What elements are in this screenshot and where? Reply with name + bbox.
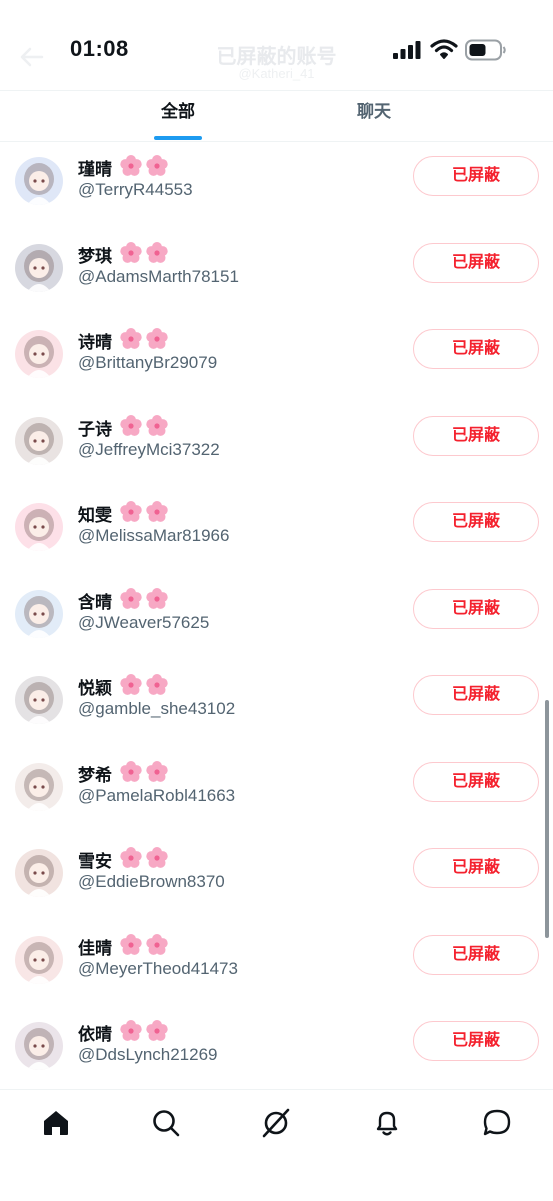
- unblock-button[interactable]: 已屏蔽: [413, 848, 539, 888]
- avatar[interactable]: [15, 503, 63, 551]
- list-item[interactable]: 诗晴 @BrittanyBr29079 已屏蔽: [0, 313, 553, 400]
- status-bar: 已屏蔽的账号 @Katheri_41 01:08: [0, 0, 553, 90]
- list-item[interactable]: 佳晴 @MeyerTheod41473 已屏蔽: [0, 919, 553, 1006]
- display-name: 佳晴: [78, 938, 112, 958]
- display-name: 依晴: [78, 1025, 112, 1044]
- display-name: 子诗: [78, 419, 112, 439]
- avatar[interactable]: [15, 416, 63, 465]
- unblock-button[interactable]: 已屏蔽: [413, 761, 539, 802]
- avatar-illustration-icon: [15, 676, 63, 724]
- user-handle: @JWeaver57625: [78, 612, 210, 632]
- unblock-button[interactable]: 已屏蔽: [413, 156, 539, 196]
- display-name: 知雯: [78, 506, 112, 525]
- avatar[interactable]: [15, 1022, 63, 1070]
- avatar[interactable]: [15, 330, 63, 378]
- cherry-blossom-emoji-icon: [120, 847, 168, 868]
- cherry-blossom-emoji-icon: [120, 674, 168, 695]
- cherry-blossom-emoji-icon: [120, 414, 168, 436]
- battery-icon: [465, 39, 506, 61]
- user-handle: @TerryR44553: [78, 180, 193, 199]
- list-item[interactable]: 雪安 @EddieBrown8370 已屏蔽: [0, 832, 553, 919]
- display-name: 悦颖: [78, 679, 112, 698]
- avatar-illustration-icon: [15, 157, 63, 205]
- avatar-illustration-icon: [15, 243, 63, 292]
- user-handle: @gamble_she43102: [78, 699, 236, 718]
- unblock-button[interactable]: 已屏蔽: [413, 329, 539, 369]
- tab-bar: 全部 聊天: [0, 90, 553, 142]
- avatar-illustration-icon: [15, 849, 63, 897]
- scrollbar[interactable]: [545, 700, 549, 938]
- display-name: 含晴: [78, 592, 112, 612]
- avatar[interactable]: [15, 935, 63, 984]
- avatar-illustration-icon: [15, 589, 63, 638]
- wifi-icon: [430, 39, 458, 59]
- cherry-blossom-emoji-icon: [120, 155, 168, 176]
- tab-all[interactable]: 全部: [118, 91, 238, 141]
- user-handle: @AdamsMarth78151: [78, 266, 239, 286]
- user-handle: @MeyerTheod41473: [78, 958, 238, 978]
- blocked-accounts-list: 瑾晴 @TerryR44553 已屏蔽 梦琪 @AdamsMarth78151 …: [0, 140, 553, 1092]
- home-icon[interactable]: [41, 1108, 71, 1138]
- cherry-blossom-emoji-icon: [120, 933, 168, 955]
- avatar-illustration-icon: [15, 503, 63, 551]
- avatar-illustration-icon: [15, 1022, 63, 1070]
- cellular-signal-icon: [393, 41, 421, 59]
- cherry-blossom-emoji-icon: [120, 501, 168, 522]
- list-item[interactable]: 子诗 @JeffreyMci37322 已屏蔽: [0, 400, 553, 487]
- unblock-button[interactable]: 已屏蔽: [413, 415, 539, 456]
- user-handle: @EddieBrown8370: [78, 872, 225, 891]
- user-handle: @BrittanyBr29079: [78, 353, 218, 372]
- avatar[interactable]: [15, 243, 63, 292]
- bell-icon[interactable]: [372, 1108, 402, 1138]
- list-item[interactable]: 依晴 @DdsLynch21269 已屏蔽: [0, 1005, 553, 1092]
- user-handle: @DdsLynch21269: [78, 1045, 218, 1064]
- avatar[interactable]: [15, 849, 63, 897]
- user-handle: @JeffreyMci37322: [78, 439, 220, 459]
- search-icon[interactable]: [151, 1108, 181, 1138]
- cherry-blossom-emoji-icon: [120, 328, 168, 349]
- clock: 01:08: [70, 36, 129, 61]
- display-name: 梦琪: [78, 246, 112, 266]
- page-subtitle: @Katheri_41: [238, 66, 315, 81]
- list-item[interactable]: 梦琪 @AdamsMarth78151 已屏蔽: [0, 227, 553, 314]
- unblock-button[interactable]: 已屏蔽: [413, 934, 539, 975]
- avatar-illustration-icon: [15, 935, 63, 984]
- tab-chat[interactable]: 聊天: [314, 91, 434, 141]
- user-handle: @PamelaRobl41663: [78, 785, 236, 805]
- display-name: 瑾晴: [78, 160, 112, 179]
- user-handle: @MelissaMar81966: [78, 526, 230, 545]
- unblock-button[interactable]: 已屏蔽: [413, 502, 539, 542]
- unblock-button[interactable]: 已屏蔽: [413, 588, 539, 629]
- unblock-button[interactable]: 已屏蔽: [413, 1021, 539, 1061]
- list-item[interactable]: 知雯 @MelissaMar81966 已屏蔽: [0, 486, 553, 573]
- avatar-illustration-icon: [15, 330, 63, 378]
- list-item[interactable]: 梦希 @PamelaRobl41663 已屏蔽: [0, 746, 553, 833]
- cherry-blossom-emoji-icon: [120, 587, 168, 609]
- list-item[interactable]: 瑾晴 @TerryR44553 已屏蔽: [0, 140, 553, 227]
- messages-icon[interactable]: [482, 1108, 512, 1138]
- avatar[interactable]: [15, 157, 63, 205]
- unblock-button[interactable]: 已屏蔽: [413, 675, 539, 715]
- display-name: 雪安: [78, 852, 112, 871]
- avatar[interactable]: [15, 589, 63, 638]
- cherry-blossom-emoji-icon: [120, 241, 168, 263]
- list-item[interactable]: 含晴 @JWeaver57625 已屏蔽: [0, 573, 553, 660]
- cherry-blossom-emoji-icon: [120, 1020, 168, 1041]
- unblock-button[interactable]: 已屏蔽: [413, 242, 539, 283]
- display-name: 梦希: [78, 765, 112, 785]
- display-name: 诗晴: [78, 333, 112, 352]
- avatar-illustration-icon: [15, 416, 63, 465]
- avatar-illustration-icon: [15, 762, 63, 811]
- avatar[interactable]: [15, 676, 63, 724]
- list-item[interactable]: 悦颖 @gamble_she43102 已屏蔽: [0, 659, 553, 746]
- bottom-navigation: [0, 1089, 553, 1201]
- avatar[interactable]: [15, 762, 63, 811]
- cherry-blossom-emoji-icon: [120, 760, 168, 782]
- grok-icon[interactable]: [261, 1108, 291, 1138]
